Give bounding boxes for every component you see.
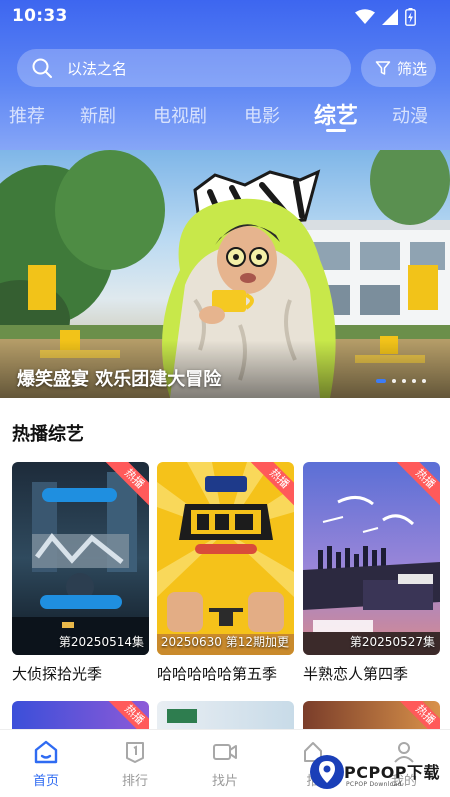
- show-card-partial[interactable]: 热播: [303, 701, 440, 729]
- nav-ranking[interactable]: 排行: [105, 740, 165, 789]
- status-time: 10:33: [12, 6, 68, 26]
- filter-button[interactable]: 筛选: [361, 49, 436, 87]
- battery-charging-icon: [405, 8, 416, 26]
- banner-dot[interactable]: [422, 379, 426, 383]
- status-bar: 10:33: [0, 0, 450, 34]
- watermark-text: PCPOP下载: [344, 763, 441, 782]
- wifi-icon: [355, 9, 375, 24]
- banner-dot-active[interactable]: [376, 379, 386, 383]
- section-title-hot-variety: 热播综艺: [12, 424, 84, 445]
- category-tabs: 推荐 新剧 电视剧 电影 综艺 动漫: [0, 98, 450, 138]
- home-icon: [34, 740, 58, 764]
- banner-pagination: [376, 379, 426, 383]
- filter-icon: [375, 61, 391, 75]
- hot-badge: 热播: [105, 701, 149, 729]
- poster-image: [157, 462, 294, 655]
- show-card[interactable]: 热播 20250630 第12期加更 哈哈哈哈哈第五季: [157, 462, 294, 684]
- episode-label: 第20250527集: [349, 635, 435, 649]
- tab-anime[interactable]: 动漫: [392, 102, 428, 128]
- show-card[interactable]: 热播 第20250527集 半熟恋人第四季: [303, 462, 440, 684]
- banner-image: [0, 150, 450, 398]
- hot-badge: 热播: [396, 701, 440, 729]
- nav-find-video[interactable]: 找片: [195, 740, 255, 789]
- tab-variety[interactable]: 综艺: [314, 98, 358, 130]
- episode-label: 20250630 第12期加更: [160, 635, 289, 649]
- banner-dot[interactable]: [402, 379, 406, 383]
- map-pin-icon: [319, 761, 335, 783]
- show-card-partial[interactable]: 热播: [12, 701, 149, 729]
- nav-label: 找片: [211, 774, 238, 789]
- active-tab-indicator: [326, 129, 346, 132]
- status-icons: [355, 8, 416, 26]
- nav-label: 首页: [32, 774, 59, 789]
- show-card[interactable]: 热播 第20250514集 大侦探拾光季: [12, 462, 149, 684]
- show-poster[interactable]: 热播 20250630 第12期加更: [157, 462, 294, 655]
- show-poster[interactable]: 热播 第20250514集: [12, 462, 149, 655]
- watermark: PCPOP下载 PCPOP Download: [310, 755, 450, 797]
- show-title[interactable]: 哈哈哈哈哈第五季: [157, 663, 294, 684]
- video-camera-icon: [213, 744, 237, 760]
- tab-tv-series[interactable]: 电视剧: [153, 102, 207, 128]
- banner-title: 爆笑盛宴 欢乐团建大冒险: [17, 369, 222, 390]
- featured-banner[interactable]: 爆笑盛宴 欢乐团建大冒险: [0, 150, 450, 398]
- cell-signal-icon: [382, 9, 398, 25]
- ranking-icon: [126, 742, 144, 763]
- show-title[interactable]: 大侦探拾光季: [12, 663, 149, 684]
- tab-recommend[interactable]: 推荐: [9, 102, 45, 128]
- show-card-partial[interactable]: [157, 701, 294, 729]
- banner-dot[interactable]: [392, 379, 396, 383]
- watermark-logo: [310, 755, 344, 789]
- tab-new-drama[interactable]: 新剧: [80, 102, 116, 128]
- top-header: 10:33 以法之名 筛选 推荐 新剧 电视剧 电影 综艺 动漫: [0, 0, 450, 150]
- show-title[interactable]: 半熟恋人第四季: [303, 663, 440, 684]
- poster-image: [12, 462, 149, 655]
- nav-label: 排行: [121, 774, 148, 789]
- episode-label: 第20250514集: [58, 635, 144, 649]
- search-icon: [32, 58, 52, 78]
- poster-sign: [167, 709, 197, 723]
- filter-label: 筛选: [397, 60, 428, 78]
- search-bar[interactable]: 以法之名: [17, 49, 351, 87]
- nav-home[interactable]: 首页: [16, 740, 76, 789]
- show-poster[interactable]: 热播 第20250527集: [303, 462, 440, 655]
- poster-image: [303, 462, 440, 655]
- banner-dot[interactable]: [412, 379, 416, 383]
- watermark-subtext: PCPOP Download: [346, 781, 402, 788]
- tab-movies[interactable]: 电影: [244, 102, 280, 128]
- search-input[interactable]: 以法之名: [67, 58, 127, 79]
